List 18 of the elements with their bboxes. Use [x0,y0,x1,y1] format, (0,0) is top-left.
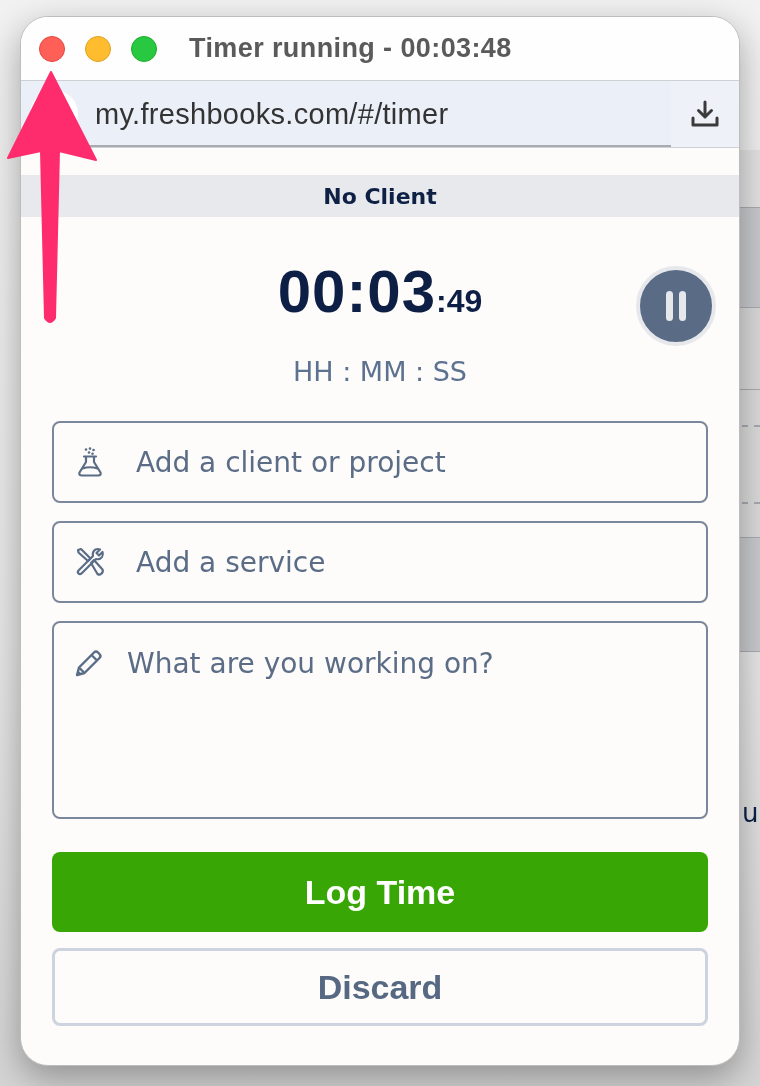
client-project-field[interactable]: Add a client or project [52,421,708,503]
timer-display: 00:03:49 [277,262,483,327]
flask-icon [75,447,105,477]
time-format-label: HH : MM : SS [292,357,468,387]
pause-icon [666,291,686,321]
pencil-icon [74,648,104,678]
description-field[interactable]: What are you working on? [52,621,708,819]
tools-icon [75,547,105,577]
service-field[interactable]: Add a service [52,521,708,603]
client-banner: No Client [21,175,739,217]
minimize-button[interactable] [85,35,111,62]
zoom-button[interactable] [131,35,157,62]
window-title: Timer running - 00:03:48 [189,33,512,64]
download-icon [690,100,720,128]
log-time-button[interactable]: Log Time [52,852,708,932]
discard-button[interactable]: Discard [52,948,708,1026]
close-button[interactable] [39,35,65,62]
background-text-fragment: u [742,798,759,828]
